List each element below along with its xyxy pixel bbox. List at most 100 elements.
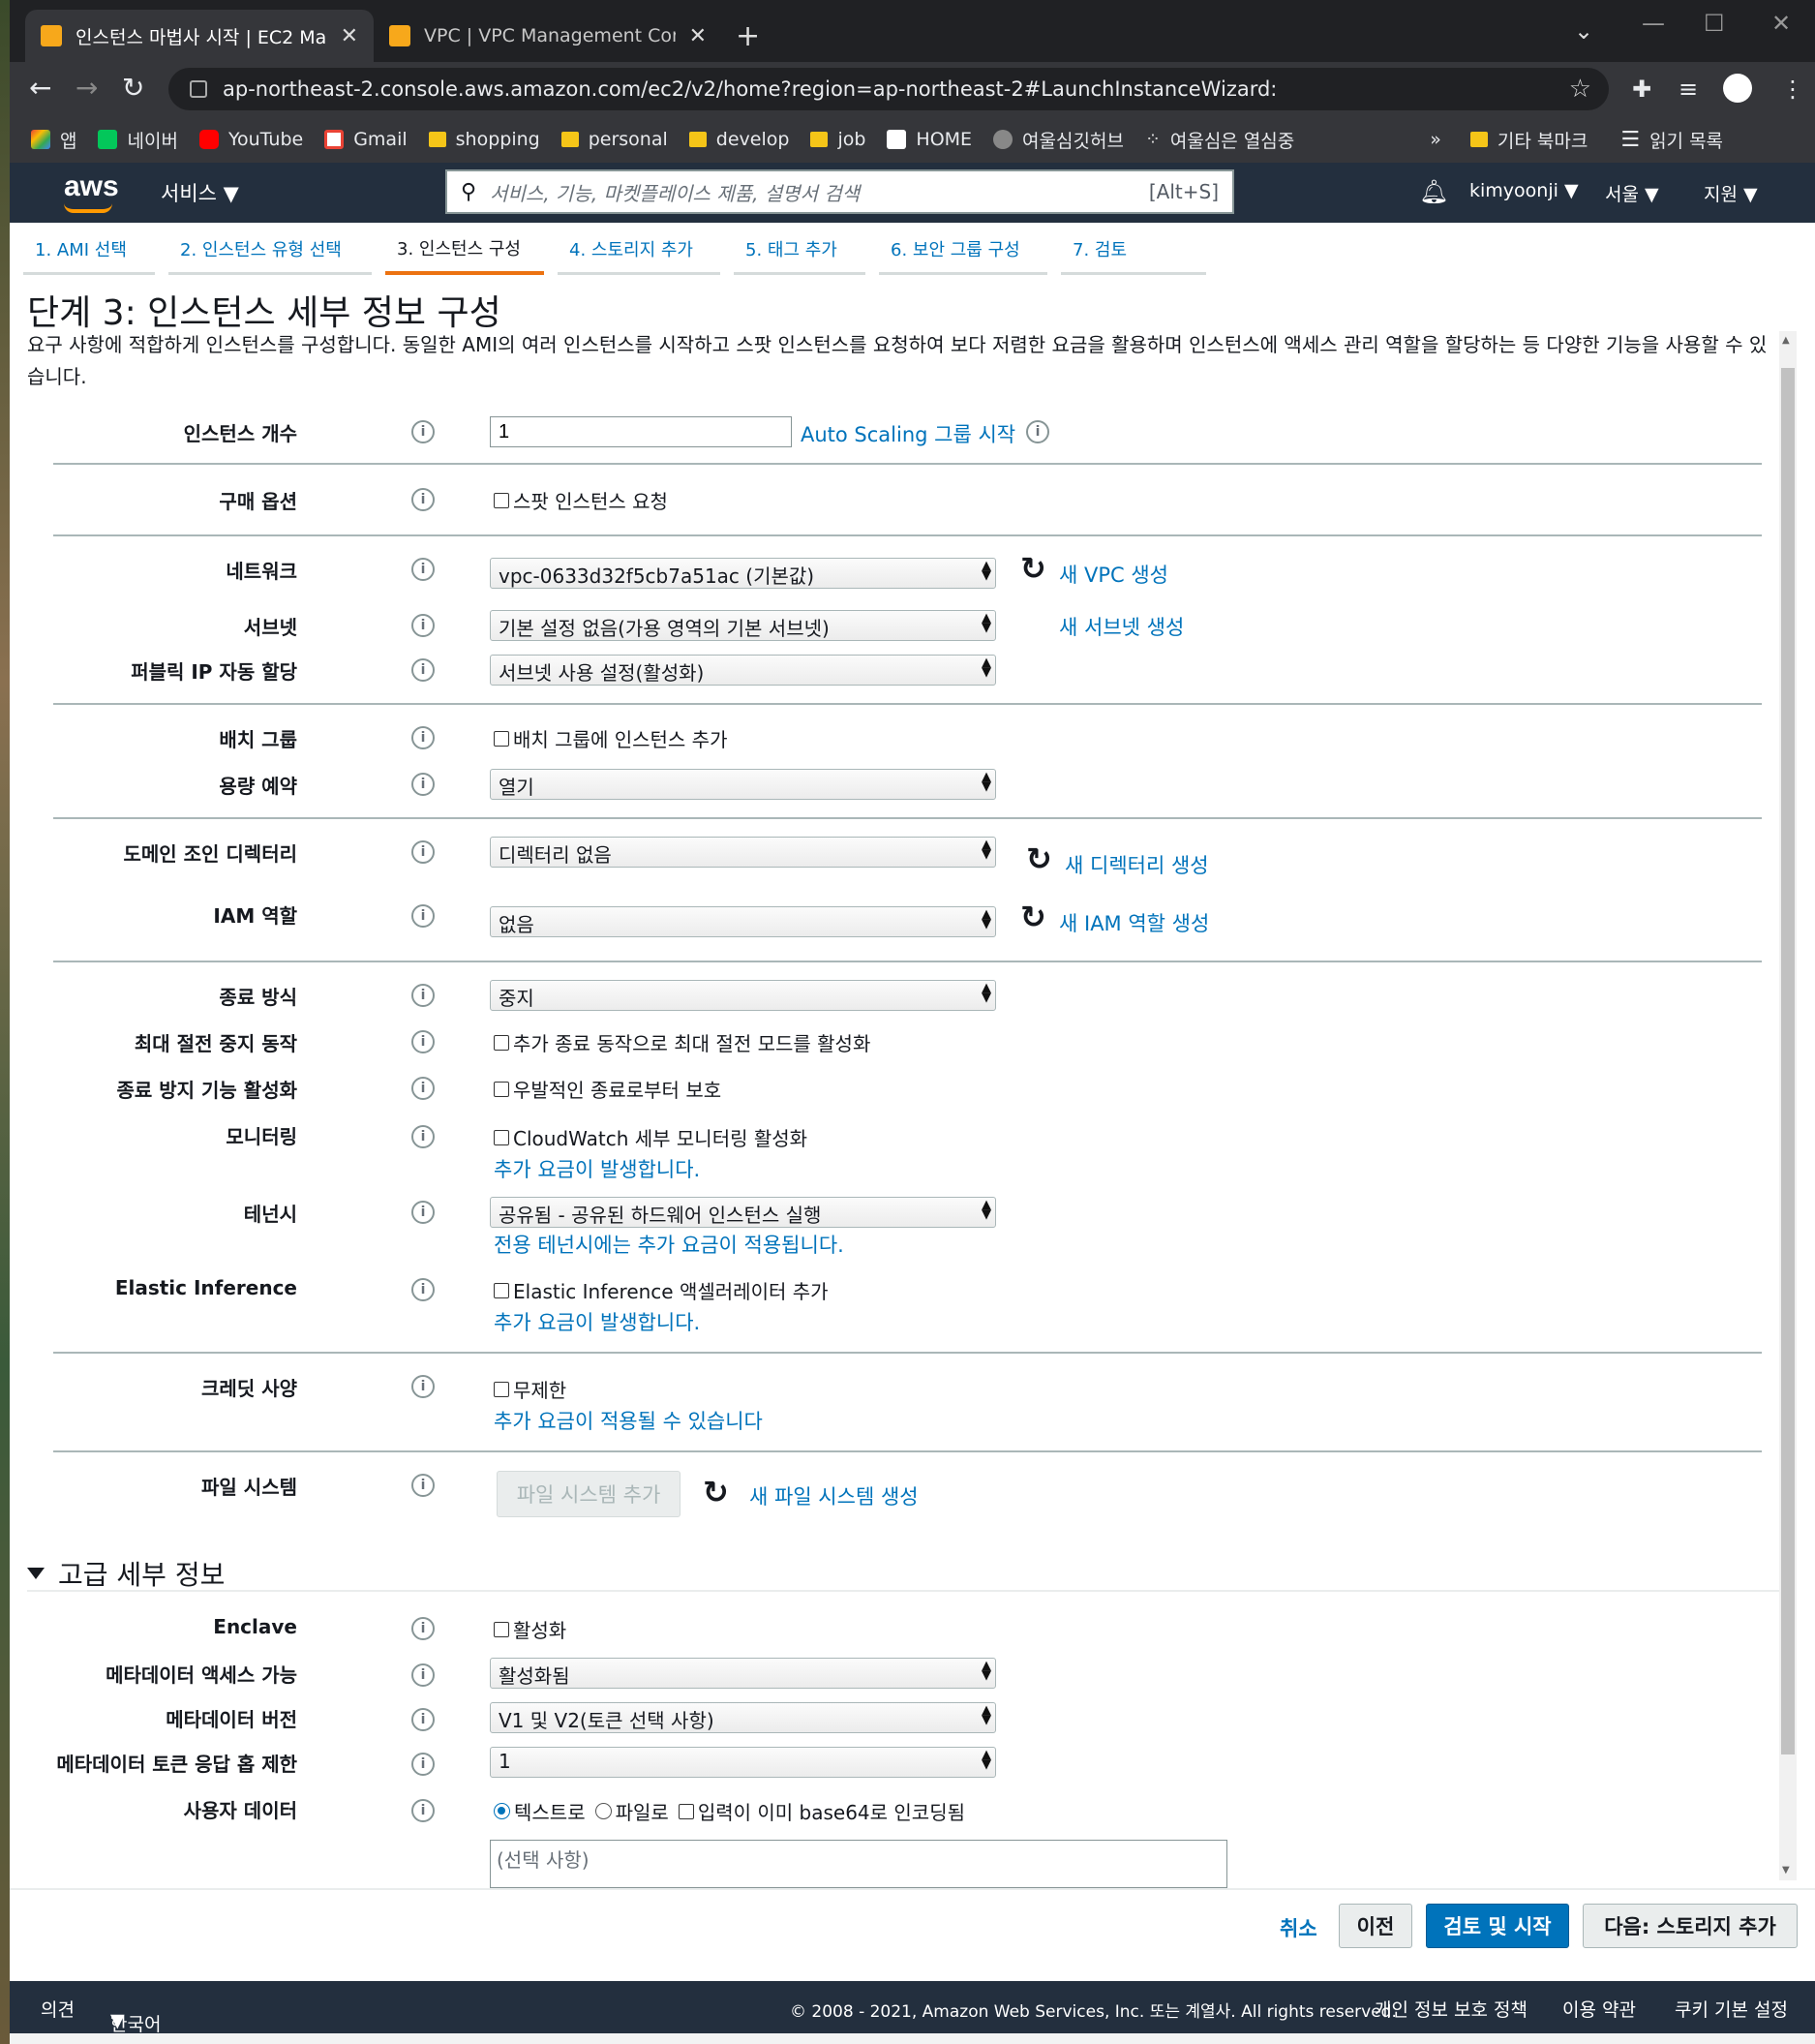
network-select[interactable]: vpc-0633d32f5cb7a51ac (기본값) ▲ ▼ [490, 558, 996, 589]
metadata-access-select[interactable]: 활성화됨 ▲ ▼ [490, 1658, 996, 1689]
new-tab-icon[interactable]: + [736, 19, 760, 53]
refresh-icon[interactable]: ↻ [1026, 840, 1052, 877]
checkbox-box[interactable] [494, 492, 509, 508]
spot-request-checkbox[interactable]: 스팟 인스턴스 요청 [494, 486, 668, 514]
create-directory-link[interactable]: 새 디렉터리 생성 [1065, 850, 1209, 879]
bookmark-other[interactable]: 기타 북마크 [1469, 127, 1588, 153]
info-icon[interactable]: i [411, 1201, 435, 1224]
minimize-icon[interactable]: — [1642, 10, 1665, 37]
metadata-hop-select[interactable]: 1 ▲ ▼ [490, 1747, 996, 1778]
create-file-system-link[interactable]: 새 파일 시스템 생성 [749, 1481, 919, 1510]
tab-ami[interactable]: 1. AMI 선택 [23, 225, 155, 275]
account-menu[interactable]: kimyoonji ▼ [1469, 180, 1579, 201]
bookmark-apps[interactable]: 앱 [31, 127, 76, 153]
bell-icon[interactable]: 🔔︎ [1419, 178, 1448, 205]
tab-security-group[interactable]: 6. 보안 그룹 구성 [879, 225, 1047, 275]
bookmark-home[interactable]: HOME [887, 129, 972, 150]
extensions-icon[interactable]: ✚ [1632, 76, 1651, 103]
create-vpc-link[interactable]: 새 VPC 생성 [1059, 560, 1168, 589]
checkbox-box[interactable] [494, 1081, 509, 1097]
bookmark-github[interactable]: 여울심깃허브 [993, 127, 1124, 153]
info-icon[interactable]: i [411, 1663, 435, 1687]
directory-select[interactable]: 디렉터리 없음 ▲ ▼ [490, 837, 996, 868]
info-icon[interactable]: i [411, 1753, 435, 1776]
radio-file[interactable] [594, 1803, 612, 1819]
capacity-reservation-select[interactable]: 열기 ▲ ▼ [490, 769, 996, 800]
info-icon[interactable]: i [411, 1708, 435, 1731]
info-icon[interactable]: i [411, 658, 435, 682]
subnet-select[interactable]: 기본 설정 없음(가용 영역의 기본 서브넷) ▲ ▼ [490, 610, 996, 641]
add-file-system-button[interactable]: 파일 시스템 추가 [497, 1471, 681, 1517]
public-ip-select[interactable]: 서브넷 사용 설정(활성화) ▲ ▼ [490, 655, 996, 686]
base64-checkbox[interactable] [678, 1803, 694, 1819]
cookie-settings-link[interactable]: 쿠키 기본 설정 [1675, 1996, 1788, 2022]
privacy-link[interactable]: 개인 정보 보호 정책 [1375, 1996, 1528, 2022]
user-data-textarea[interactable]: (선택 사항) [490, 1840, 1227, 1888]
credit-charge-link[interactable]: 추가 요금이 적용될 수 있습니다 [494, 1406, 763, 1435]
window-close-icon[interactable]: ✕ [1771, 10, 1791, 37]
info-icon[interactable]: i [411, 558, 435, 581]
info-icon[interactable]: i [411, 488, 435, 511]
info-icon[interactable]: i [411, 1030, 435, 1053]
chevron-down-icon[interactable]: ⌄ [1574, 17, 1593, 45]
tab-vpc[interactable]: VPC | VPC Management Consol ✕ [374, 10, 722, 62]
aws-logo[interactable]: aws [64, 170, 119, 213]
radio-text[interactable] [494, 1803, 510, 1819]
scrollbar[interactable]: ▲ ▼ [1779, 331, 1797, 1880]
info-icon[interactable]: i [411, 1799, 435, 1822]
enclave-checkbox[interactable]: 활성화 [494, 1615, 566, 1643]
info-icon[interactable]: i [411, 904, 435, 928]
services-menu[interactable]: 서비스 ▼ [161, 178, 239, 207]
tab-instance-type[interactable]: 2. 인스턴스 유형 선택 [168, 225, 372, 275]
region-menu[interactable]: 서울 ▼ [1605, 180, 1659, 206]
star-icon[interactable]: ☆ [1569, 75, 1591, 104]
checkbox-box[interactable] [494, 1381, 509, 1397]
iam-role-select[interactable]: 없음 ▲ ▼ [490, 906, 996, 937]
refresh-icon[interactable]: ↻ [1020, 550, 1046, 587]
scrollbar-thumb[interactable] [1781, 368, 1795, 1754]
terms-link[interactable]: 이용 약관 [1562, 1996, 1636, 2022]
feedback-link[interactable]: 의견 [41, 1996, 75, 2022]
instance-count-input[interactable] [490, 416, 792, 447]
termination-protection-checkbox[interactable]: 우발적인 종료로부터 보호 [494, 1075, 721, 1103]
monitoring-charge-link[interactable]: 추가 요금이 발생합니다. [494, 1154, 700, 1183]
bookmark-personal[interactable]: personal [560, 129, 668, 150]
refresh-icon[interactable]: ↻ [703, 1474, 729, 1510]
scroll-up-icon[interactable]: ▲ [1782, 335, 1790, 346]
info-icon[interactable]: i [411, 1077, 435, 1100]
menu-icon[interactable]: ⋮ [1781, 76, 1804, 103]
shutdown-select[interactable]: 중지 ▲ ▼ [490, 980, 996, 1011]
info-icon[interactable]: i [411, 1278, 435, 1301]
placement-group-checkbox[interactable]: 배치 그룹에 인스턴스 추가 [494, 724, 727, 752]
info-icon[interactable]: i [411, 420, 435, 443]
unlimited-checkbox[interactable]: 무제한 [494, 1375, 566, 1403]
checkbox-box[interactable] [494, 1034, 509, 1051]
maximize-icon[interactable]: ☐ [1704, 10, 1725, 37]
support-menu[interactable]: 지원 ▼ [1704, 180, 1758, 206]
close-icon[interactable]: ✕ [341, 24, 358, 48]
tenancy-charge-link[interactable]: 전용 테넌시에는 추가 요금이 적용됩니다. [494, 1230, 844, 1259]
profile-avatar[interactable] [1723, 74, 1752, 103]
previous-button[interactable]: 이전 [1339, 1904, 1412, 1948]
bookmark-naver[interactable]: 네이버 [98, 127, 178, 153]
info-icon[interactable]: i [411, 840, 435, 864]
info-icon[interactable]: i [411, 1375, 435, 1398]
bookmark-youtube[interactable]: YouTube [198, 129, 303, 150]
info-icon[interactable]: i [411, 773, 435, 796]
advanced-details-toggle[interactable]: 고급 세부 정보 [27, 1554, 225, 1593]
tab-configure-instance[interactable]: 3. 인스턴스 구성 [385, 225, 544, 275]
info-icon[interactable]: i [411, 1474, 435, 1497]
elastic-inference-charge-link[interactable]: 추가 요금이 발생합니다. [494, 1307, 700, 1336]
review-launch-button[interactable]: 검토 및 시작 [1426, 1904, 1569, 1948]
media-icon[interactable]: ≡ [1679, 76, 1698, 103]
auto-scaling-link[interactable]: Auto Scaling 그룹 시작 [801, 419, 1015, 448]
tab-storage[interactable]: 4. 스토리지 추가 [558, 225, 720, 275]
bookmark-job[interactable]: job [810, 129, 865, 150]
create-subnet-link[interactable]: 새 서브넷 생성 [1059, 612, 1184, 641]
bookmark-blog[interactable]: ⁘ 여울심은 열심중 [1145, 127, 1294, 153]
checkbox-box[interactable] [494, 1621, 509, 1637]
tab-review[interactable]: 7. 검토 [1061, 225, 1206, 275]
aws-search-input[interactable]: ⚲ 서비스, 기능, 마켓플레이스 제품, 설명서 검색 [Alt+S] [445, 169, 1234, 214]
metadata-version-select[interactable]: V1 및 V2(토큰 선택 사항) ▲ ▼ [490, 1702, 996, 1733]
scroll-down-icon[interactable]: ▼ [1782, 1865, 1790, 1876]
